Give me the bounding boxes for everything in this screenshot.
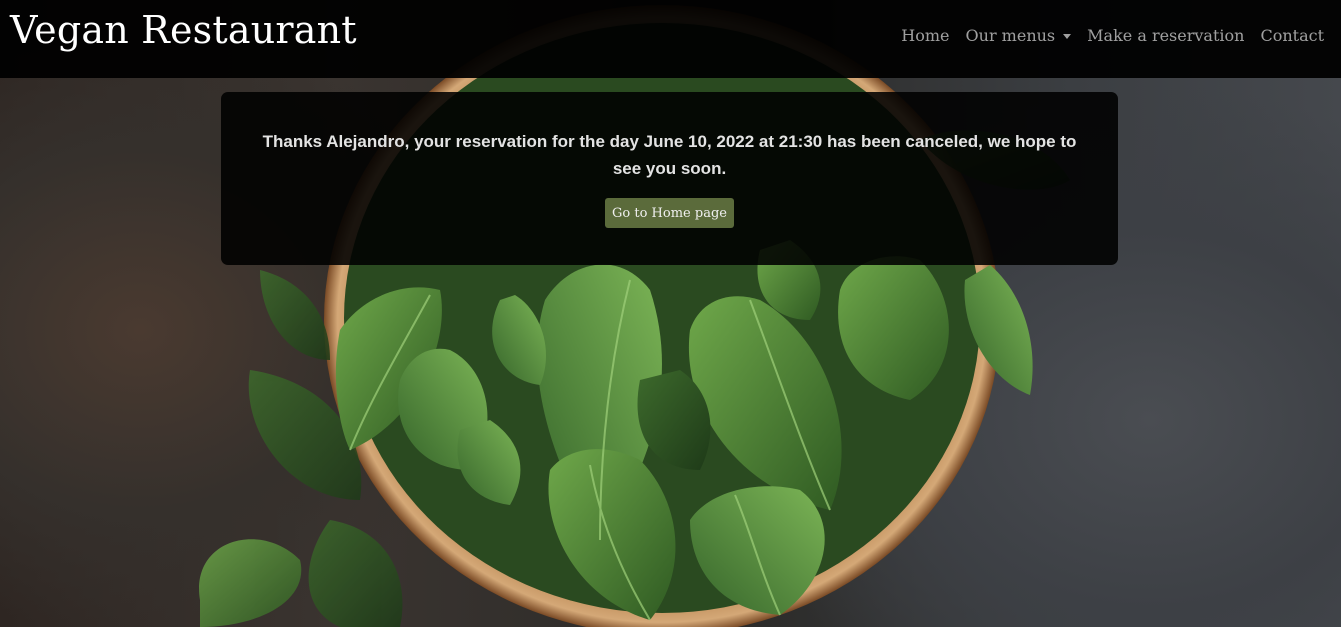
nav-links: Home Our menus Make a reservation Contac… — [901, 26, 1324, 45]
brand-logo-link[interactable]: Vegan Restaurant — [10, 8, 357, 52]
cancellation-message: Thanks Alejandro, your reservation for t… — [262, 132, 1077, 178]
nav-link-contact[interactable]: Contact — [1260, 26, 1324, 45]
nav-dropdown-our-menus[interactable]: Our menus — [966, 26, 1072, 45]
navbar: Vegan Restaurant Home Our menus Make a r… — [0, 0, 1341, 78]
go-to-home-button[interactable]: Go to Home page — [605, 198, 734, 228]
nav-dropdown-label: Our menus — [965, 26, 1056, 45]
nav-link-make-reservation[interactable]: Make a reservation — [1087, 26, 1244, 45]
nav-link-home[interactable]: Home — [901, 26, 949, 45]
caret-down-icon — [1063, 34, 1072, 39]
cancellation-message-card: Thanks Alejandro, your reservation for t… — [221, 92, 1118, 265]
